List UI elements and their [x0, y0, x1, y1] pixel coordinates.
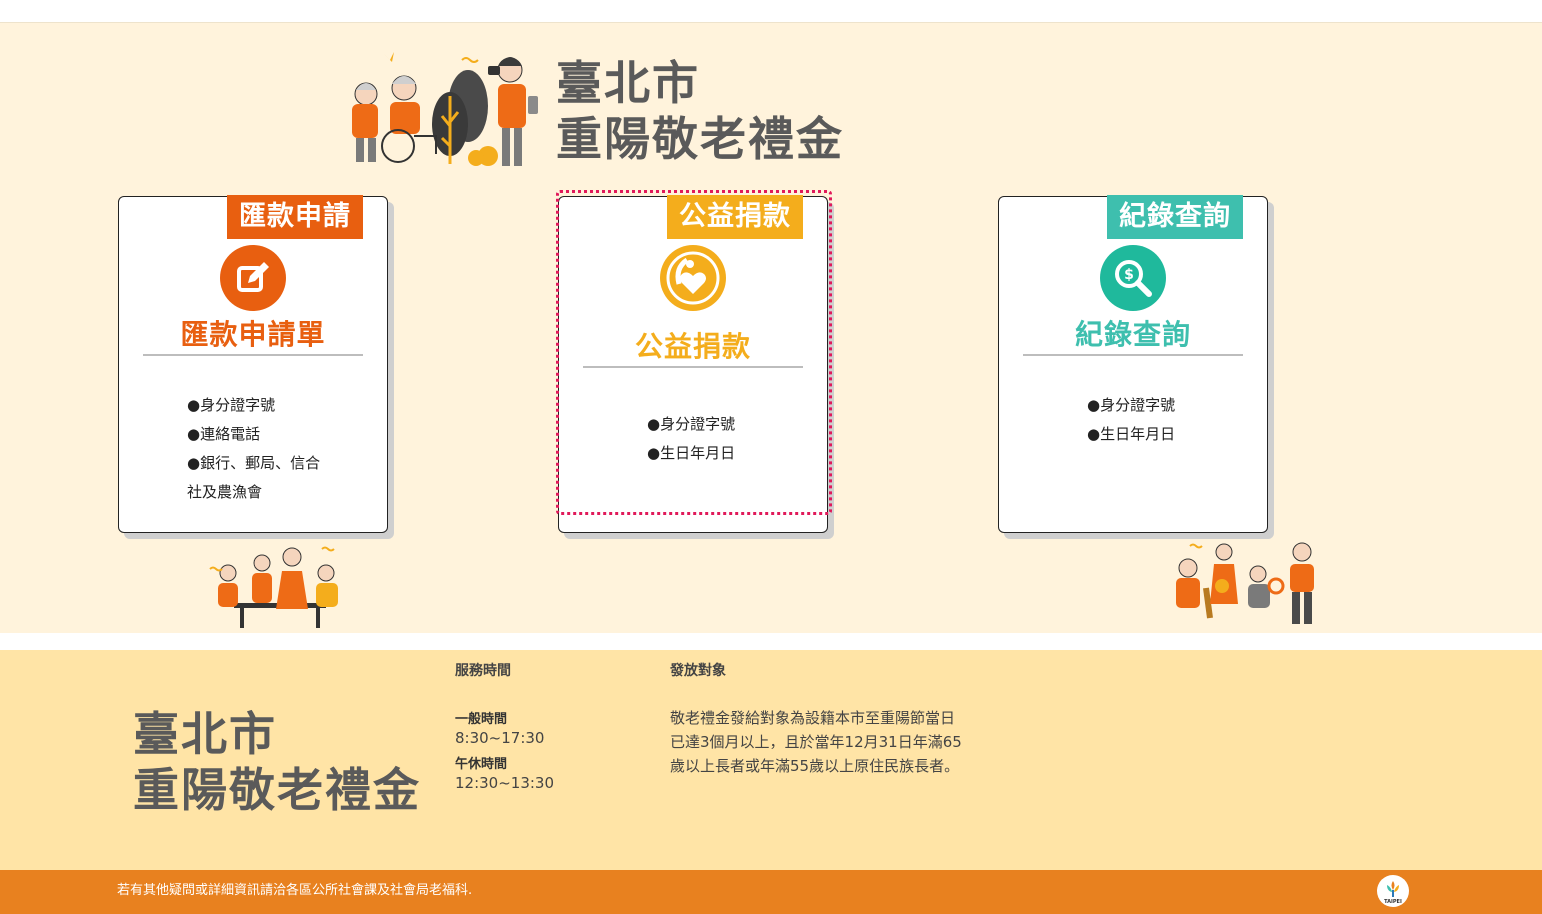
card-heading: 公益捐款: [634, 330, 751, 363]
break-hours-value: 12:30~13:30: [455, 774, 555, 792]
info-title: 臺北市 重陽敬老禮金: [133, 706, 421, 818]
list-item: ●身分證字號: [647, 415, 736, 433]
regular-hours-value: 8:30~17:30: [455, 729, 545, 747]
list-item: ●銀行、郵局、信合社及農漁會: [187, 454, 321, 501]
card-record-query[interactable]: 紀錄查詢 $ 紀錄查詢 ●身分證字號 ●生日年月日: [998, 195, 1268, 533]
top-bar: [0, 0, 1542, 23]
footer-contact-text: 若有其他疑問或詳細資訊請洽各區公所社會課及社會局老福科.: [117, 883, 473, 898]
eligibility-heading: 發放對象: [670, 663, 726, 679]
card-heading: 匯款申請單: [180, 318, 326, 351]
pencil-edit-icon: [220, 245, 286, 311]
card-requirements-list: ●身分證字號 ●生日年月日: [647, 410, 787, 468]
card-tag: 紀錄查詢: [1107, 195, 1243, 239]
list-item: ●連絡電話: [187, 425, 261, 443]
card-requirements-list: ●身分證字號 ●生日年月日: [1087, 391, 1227, 449]
elders-tea-illustration: [209, 546, 338, 628]
hero-illustration: [352, 52, 538, 166]
list-item: ●身分證字號: [1087, 396, 1176, 414]
list-item: ●生日年月日: [1087, 425, 1176, 443]
card-heading: 紀錄查詢: [1074, 318, 1191, 351]
card-charity-donation[interactable]: 公益捐款 公益捐款 ●身分證字號 ●生日年月日: [558, 195, 828, 533]
card-divider: [1023, 354, 1243, 356]
taipei-logo-icon: TAIPEI: [1384, 881, 1402, 905]
svg-text:$: $: [1124, 267, 1134, 283]
card-tag: 匯款申請: [227, 195, 363, 239]
footer: 若有其他疑問或詳細資訊請洽各區公所社會課及社會局老福科. TAIPEI: [0, 870, 1542, 914]
regular-hours-label: 一般時間: [455, 712, 508, 727]
card-divider: [583, 366, 803, 368]
site-title-line2: 重陽敬老禮金: [556, 112, 844, 166]
card-requirements-list: ●身分證字號 ●連絡電話 ●銀行、郵局、信合社及農漁會: [187, 391, 327, 507]
card-tag: 公益捐款: [667, 195, 803, 239]
taipei-logo[interactable]: TAIPEI: [1377, 875, 1409, 907]
info-title-line2: 重陽敬老禮金: [133, 763, 421, 817]
info-section: 臺北市 重陽敬老禮金 服務時間 一般時間 8:30~17:30 午休時間 12:…: [0, 650, 1542, 870]
site-title: 臺北市 重陽敬老禮金: [556, 55, 844, 167]
card-divider: [143, 354, 363, 356]
eligibility-text: 敬老禮金發給對象為設籍本市至重陽節當日已達3個月以上，且於當年12月31日年滿6…: [670, 709, 962, 775]
elders-music-illustration: [1176, 542, 1314, 624]
break-hours-label: 午休時間: [455, 757, 508, 772]
taipei-logo-text: TAIPEI: [1384, 899, 1402, 905]
card-remittance-application[interactable]: 匯款申請 匯款申請單 ●身分證字號 ●連絡電話 ●銀行、郵局、信合社及農漁會: [118, 195, 388, 533]
site-title-line1: 臺北市: [556, 56, 700, 110]
info-title-line1: 臺北市: [133, 707, 277, 761]
service-hours-heading: 服務時間: [455, 663, 511, 679]
money-search-icon: $: [1100, 245, 1166, 311]
list-item: ●身分證字號: [187, 396, 276, 414]
list-item: ●生日年月日: [647, 444, 736, 462]
heart-donation-icon: [660, 245, 726, 311]
